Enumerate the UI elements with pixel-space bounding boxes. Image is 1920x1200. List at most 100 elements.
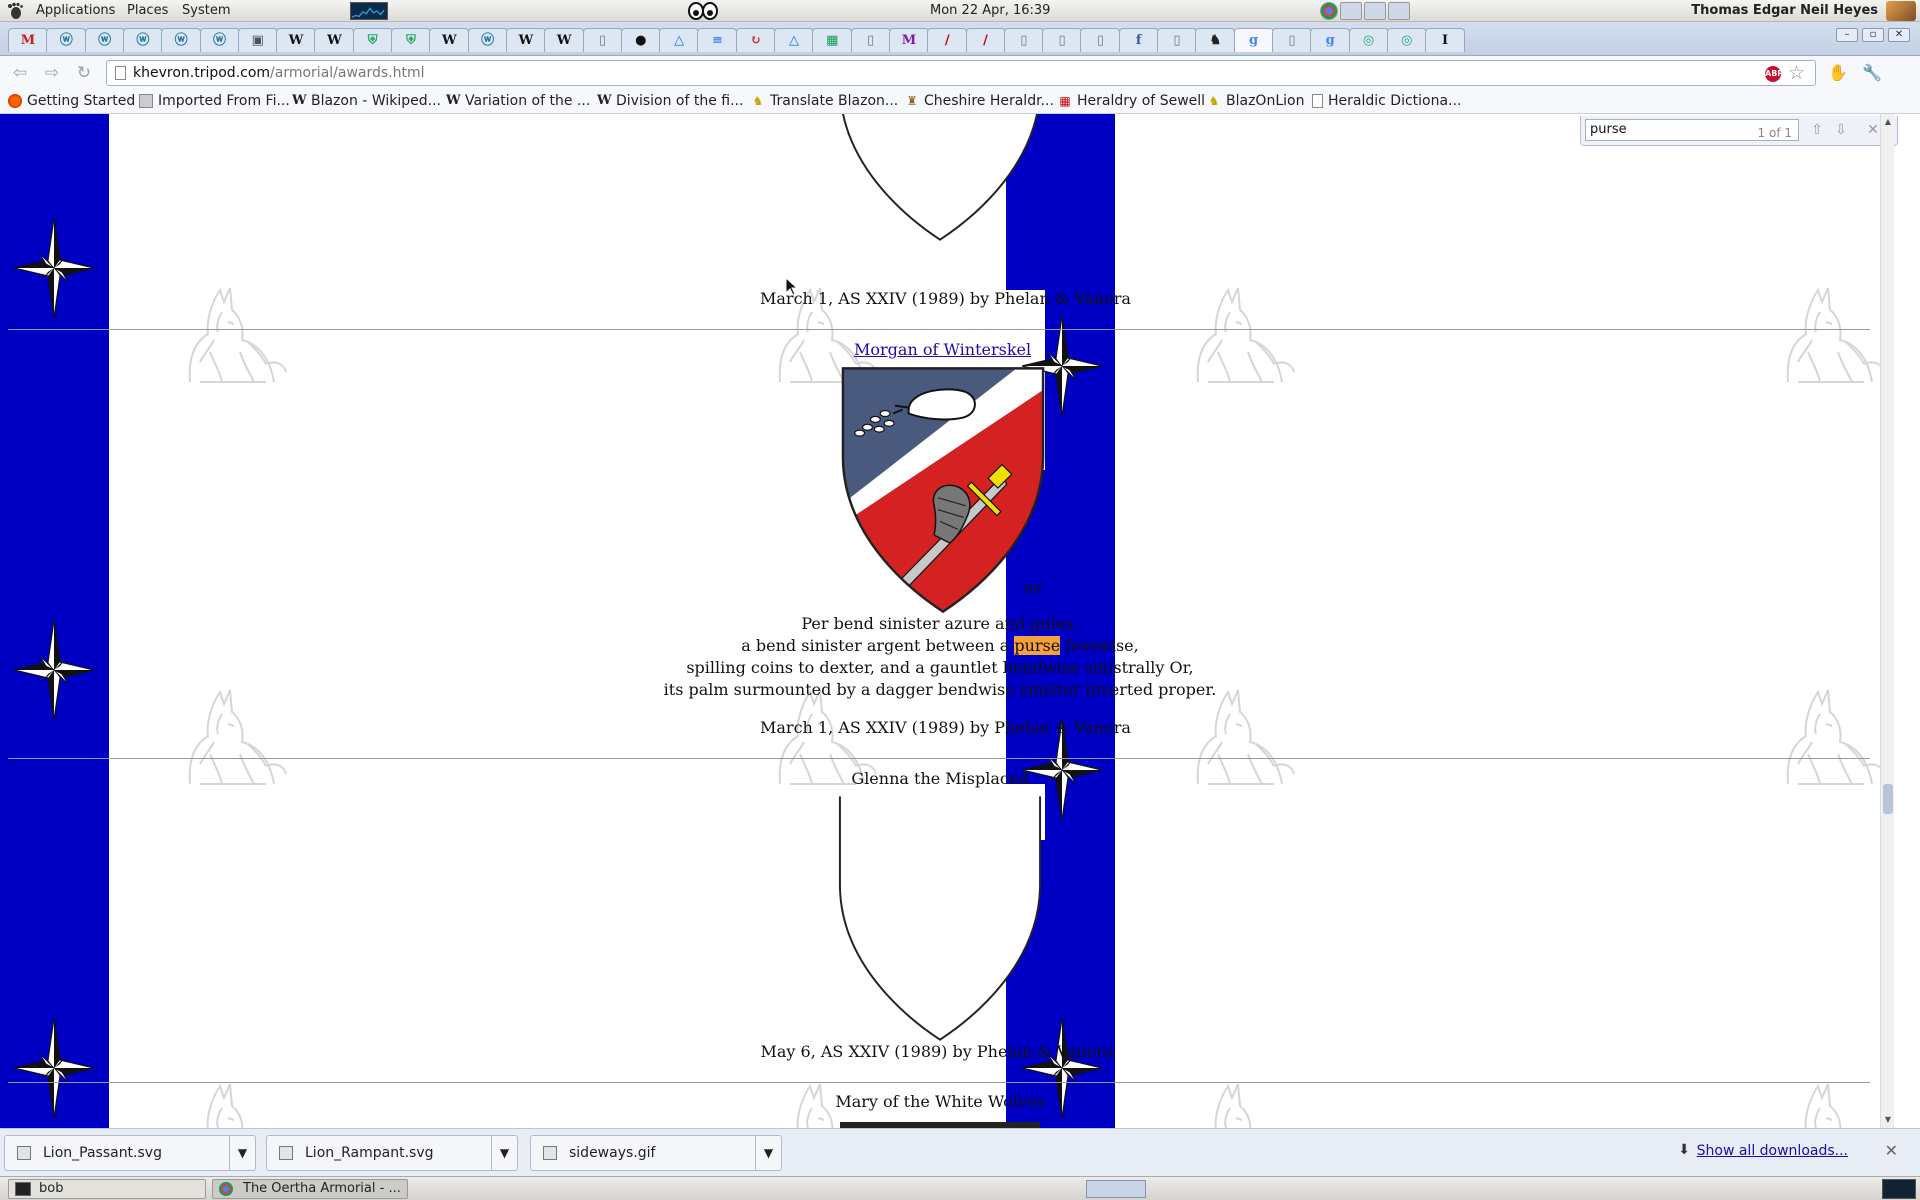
- url-text[interactable]: khevron.tripod.com/armorial/awards.html: [133, 65, 425, 81]
- system-tray[interactable]: [1320, 2, 1410, 20]
- applications-menu[interactable]: Applications: [36, 3, 115, 18]
- places-menu[interactable]: Places: [127, 3, 168, 18]
- close-download-shelf-button[interactable]: ✕: [1885, 1141, 1898, 1160]
- scroll-up-arrow-icon[interactable]: ▲: [1882, 116, 1894, 128]
- system-menu[interactable]: System: [182, 3, 230, 18]
- medium-icon: M: [901, 33, 917, 48]
- pinned-tab[interactable]: W: [544, 28, 585, 52]
- pinned-tab[interactable]: ⓦ: [122, 28, 163, 52]
- system-monitor-applet[interactable]: [350, 2, 388, 20]
- download-shelf: Lion_Passant.svg ▼ Lion_Rampant.svg ▼ si…: [0, 1128, 1920, 1176]
- user-name[interactable]: Thomas Edgar Neil Heyes: [1691, 3, 1878, 18]
- pinned-tab[interactable]: /: [927, 28, 968, 52]
- chevron-down-icon[interactable]: ▼: [491, 1136, 517, 1170]
- scroll-down-arrow-icon[interactable]: ▼: [1882, 1114, 1894, 1126]
- window-tray-icon[interactable]: [1364, 2, 1386, 20]
- pinned-tab[interactable]: W: [276, 28, 317, 52]
- pinned-tab[interactable]: M: [8, 28, 48, 52]
- wrench-menu-icon[interactable]: 🔧: [1860, 62, 1884, 84]
- download-item[interactable]: sideways.gif ▼: [530, 1135, 782, 1171]
- address-bar[interactable]: khevron.tripod.com/armorial/awards.html …: [106, 60, 1816, 86]
- pinned-tab[interactable]: I: [1425, 28, 1466, 52]
- pinned-tab[interactable]: ↻: [735, 28, 776, 52]
- pinned-tab[interactable]: ▯: [1003, 28, 1044, 52]
- bookmark-heraldic-dictionary[interactable]: Heraldic Dictiona...: [1312, 93, 1461, 109]
- pinned-tab[interactable]: ⓦ: [46, 28, 87, 52]
- pinned-tab[interactable]: ◎: [1386, 28, 1427, 52]
- bookmark-variation[interactable]: W Variation of the ...: [446, 93, 590, 109]
- pinned-tab[interactable]: f: [1118, 28, 1159, 52]
- adblock-off-icon[interactable]: ✋: [1826, 62, 1850, 84]
- window-tray-icon[interactable]: [1340, 2, 1362, 20]
- workspace-switcher[interactable]: [1086, 1180, 1146, 1198]
- pinned-tab[interactable]: ▯: [582, 28, 623, 52]
- bookmark-translate-blazon[interactable]: ♞ Translate Blazon...: [751, 93, 899, 109]
- pinned-tab[interactable]: ◎: [1348, 28, 1389, 52]
- pinned-tab[interactable]: ▣: [237, 28, 278, 52]
- download-item[interactable]: Lion_Rampant.svg ▼: [266, 1135, 518, 1171]
- scrollbar-thumb[interactable]: [1883, 784, 1893, 814]
- bookmark-imported-folder[interactable]: Imported From Fi...: [139, 93, 290, 109]
- maximize-button[interactable]: ▫: [1862, 28, 1884, 42]
- bookmark-getting-started[interactable]: Getting Started: [8, 93, 135, 109]
- pinned-tab[interactable]: ⛨: [391, 28, 431, 52]
- pinned-tab[interactable]: ⓦ: [161, 28, 202, 52]
- show-all-downloads-link[interactable]: Show all downloads...: [1697, 1143, 1848, 1159]
- pinned-tab[interactable]: g: [1310, 28, 1351, 52]
- pinned-tab[interactable]: ●: [620, 28, 661, 52]
- pinned-tab[interactable]: ♞: [1195, 28, 1236, 52]
- pinned-tab[interactable]: ▯: [1080, 28, 1121, 52]
- chrome-tray-icon[interactable]: [1320, 2, 1338, 20]
- find-previous-button[interactable]: ⇧: [1807, 120, 1827, 140]
- pinned-tab[interactable]: ▯: [1042, 28, 1083, 52]
- chevron-down-icon[interactable]: ▼: [755, 1136, 781, 1170]
- pinned-tab[interactable]: ▦: [812, 28, 853, 52]
- find-input[interactable]: purse 1 of 1: [1585, 119, 1799, 141]
- reload-button[interactable]: ↻: [72, 62, 96, 84]
- pinned-tab[interactable]: △: [774, 28, 814, 52]
- bookmark-division[interactable]: W Division of the fi...: [597, 93, 743, 109]
- taskbar-item-terminal[interactable]: bob: [8, 1179, 206, 1199]
- back-button[interactable]: ⇦: [8, 62, 32, 84]
- forward-button[interactable]: ⇨: [40, 62, 64, 84]
- adblock-icon[interactable]: ABP: [1765, 66, 1783, 82]
- pinned-tab[interactable]: g: [1233, 28, 1274, 52]
- minimize-button[interactable]: –: [1836, 28, 1858, 42]
- pinned-tab[interactable]: ▯: [1271, 28, 1312, 52]
- pinned-tab[interactable]: W: [314, 28, 355, 52]
- window-tray-icon[interactable]: [1388, 2, 1410, 20]
- armiger-link-morgan[interactable]: Morgan of Winterskel: [854, 340, 1031, 359]
- close-window-button[interactable]: ✕: [1888, 28, 1910, 42]
- pinned-tab[interactable]: △: [659, 28, 700, 52]
- page-content: March 1, AS XXIV (1989) by Phelan & Vano…: [0, 114, 1920, 1128]
- pinned-tab[interactable]: ⓦ: [199, 28, 240, 52]
- pinned-tab[interactable]: M: [888, 28, 929, 52]
- pinned-tab[interactable]: W: [505, 28, 546, 52]
- pinned-tab[interactable]: W: [429, 28, 470, 52]
- find-next-button[interactable]: ⇩: [1831, 120, 1851, 140]
- desktop-preview[interactable]: [1882, 1179, 1916, 1199]
- bookmark-cheshire-heraldry[interactable]: ♜ Cheshire Heraldr...: [905, 93, 1054, 109]
- wikipedia-icon: W: [441, 33, 457, 48]
- pinned-tab[interactable]: ▯: [850, 28, 891, 52]
- pinned-tab[interactable]: ⓦ: [467, 28, 508, 52]
- bookmark-blazon-wikipedia[interactable]: W Blazon - Wikiped...: [292, 93, 441, 109]
- search-highlight: purse: [1014, 636, 1061, 655]
- pinned-tab[interactable]: ▯: [1157, 28, 1197, 52]
- taskbar-item-chrome[interactable]: The Oertha Armorial - ...: [212, 1179, 408, 1199]
- gnome-bottom-panel: bob The Oertha Armorial - ...: [0, 1176, 1920, 1200]
- pinned-tab[interactable]: /: [965, 28, 1006, 52]
- clock[interactable]: Mon 22 Apr, 16:39: [930, 3, 1050, 18]
- bookmark-heraldry-sewell[interactable]: ▦ Heraldry of Sewell: [1058, 93, 1205, 109]
- chevron-down-icon[interactable]: ▼: [229, 1136, 255, 1170]
- bookmark-blazonlion[interactable]: ♞ BlazOnLion: [1207, 93, 1305, 109]
- bookmark-star-icon[interactable]: ☆: [1788, 62, 1805, 84]
- download-arrow-icon: ⬇: [1678, 1142, 1690, 1158]
- download-item[interactable]: Lion_Passant.svg ▼: [4, 1135, 256, 1171]
- pinned-tab[interactable]: ≡: [697, 28, 738, 52]
- user-avatar[interactable]: [1886, 1, 1916, 21]
- vertical-scrollbar[interactable]: ▲ ▼: [1880, 114, 1894, 1128]
- gnome-foot-icon[interactable]: [6, 2, 24, 20]
- pinned-tab[interactable]: ⛨: [352, 28, 393, 52]
- pinned-tab[interactable]: ⓦ: [84, 28, 125, 52]
